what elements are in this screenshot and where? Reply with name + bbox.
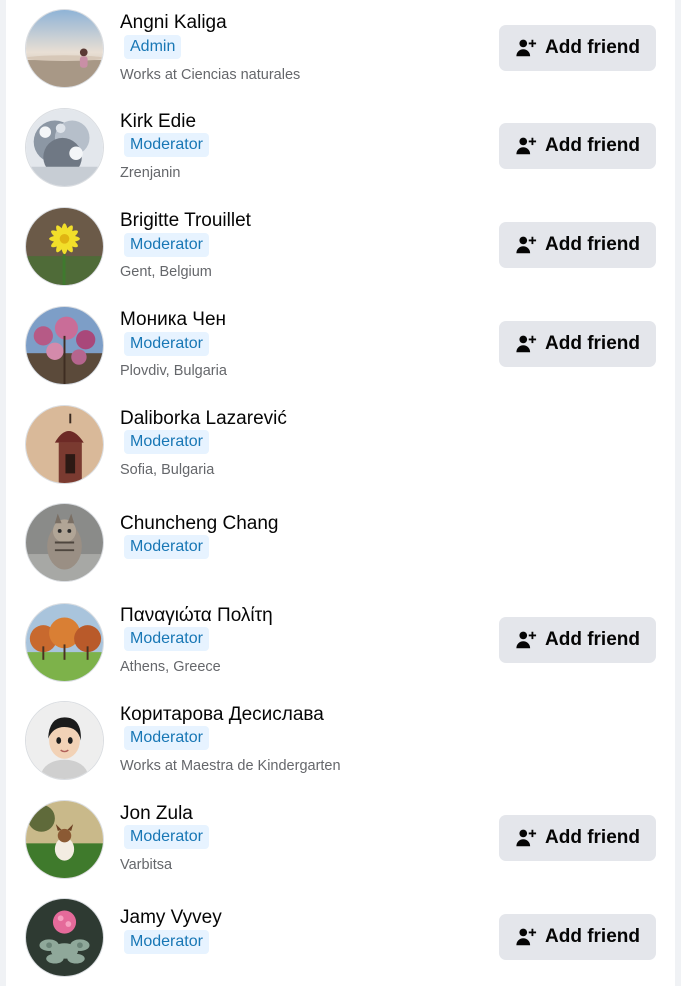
add-friend-button[interactable]: Add friend — [499, 914, 656, 960]
member-subtitle: Works at Ciencias naturales — [120, 67, 301, 83]
add-friend-label: Add friend — [545, 827, 640, 848]
member-name[interactable]: Jamy Vyvey — [120, 907, 222, 929]
add-friend-label: Add friend — [545, 629, 640, 650]
add-friend-button[interactable]: Add friend — [499, 815, 656, 861]
member-row: Jamy Vyvey Moderator Add friend — [6, 891, 675, 986]
person-add-icon — [516, 631, 537, 649]
member-row: Kirk Edie Moderator Zrenjanin Add friend — [6, 99, 675, 198]
avatar[interactable] — [25, 207, 104, 286]
member-subtitle: Works at Maestra de Kindergarten — [120, 758, 341, 774]
add-friend-button[interactable]: Add friend — [499, 123, 656, 169]
member-subtitle: Sofia, Bulgaria — [120, 462, 215, 478]
role-badge: Moderator — [124, 825, 209, 849]
role-badge: Moderator — [124, 726, 209, 750]
person-add-icon — [516, 236, 537, 254]
role-badge: Moderator — [124, 332, 209, 356]
member-row: Chuncheng Chang Moderator — [6, 495, 675, 594]
member-row: Коритарова Десислава Moderator Works at … — [6, 693, 675, 792]
member-subtitle: Gent, Belgium — [120, 264, 212, 280]
person-add-icon — [516, 335, 537, 353]
role-badge: Moderator — [124, 233, 209, 257]
person-add-icon — [516, 928, 537, 946]
role-badge: Moderator — [124, 627, 209, 651]
role-badge: Moderator — [124, 133, 209, 157]
member-row: Daliborka Lazarević Moderator Sofia, Bul… — [6, 396, 675, 495]
avatar[interactable] — [25, 306, 104, 385]
member-subtitle: Athens, Greece — [120, 659, 221, 675]
avatar[interactable] — [25, 503, 104, 582]
person-add-icon — [516, 137, 537, 155]
avatar[interactable] — [25, 701, 104, 780]
avatar[interactable] — [25, 9, 104, 88]
avatar[interactable] — [25, 405, 104, 484]
member-row: Παναγιώτα Πολίτη Moderator Athens, Greec… — [6, 594, 675, 693]
avatar[interactable] — [25, 898, 104, 977]
role-badge: Moderator — [124, 535, 209, 559]
member-name[interactable]: Παναγιώτα Πολίτη — [120, 605, 273, 627]
role-badge: Moderator — [124, 430, 209, 454]
member-subtitle: Plovdiv, Bulgaria — [120, 363, 227, 379]
member-name[interactable]: Angni Kaliga — [120, 12, 227, 34]
member-name[interactable]: Daliborka Lazarević — [120, 408, 287, 430]
member-name[interactable]: Brigitte Trouillet — [120, 210, 251, 232]
member-row: Моника Чен Moderator Plovdiv, Bulgaria A… — [6, 297, 675, 396]
member-row: Angni Kaliga Admin Works at Ciencias nat… — [6, 0, 675, 99]
role-badge: Admin — [124, 35, 182, 59]
add-friend-button[interactable]: Add friend — [499, 25, 656, 71]
add-friend-label: Add friend — [545, 333, 640, 354]
members-list: Angni Kaliga Admin Works at Ciencias nat… — [6, 0, 675, 986]
add-friend-button[interactable]: Add friend — [499, 222, 656, 268]
person-add-icon — [516, 39, 537, 57]
avatar[interactable] — [25, 603, 104, 682]
add-friend-label: Add friend — [545, 37, 640, 58]
member-name[interactable]: Моника Чен — [120, 309, 226, 331]
add-friend-label: Add friend — [545, 234, 640, 255]
avatar[interactable] — [25, 800, 104, 879]
avatar[interactable] — [25, 108, 104, 187]
member-row: Jon Zula Moderator Varbitsa Add friend — [6, 792, 675, 891]
member-name[interactable]: Коритарова Десислава — [120, 704, 324, 726]
add-friend-button[interactable]: Add friend — [499, 321, 656, 367]
role-badge: Moderator — [124, 930, 209, 954]
add-friend-label: Add friend — [545, 135, 640, 156]
member-name[interactable]: Jon Zula — [120, 803, 193, 825]
person-add-icon — [516, 829, 537, 847]
member-name[interactable]: Kirk Edie — [120, 111, 196, 133]
member-row: Brigitte Trouillet Moderator Gent, Belgi… — [6, 198, 675, 297]
add-friend-button[interactable]: Add friend — [499, 617, 656, 663]
member-subtitle: Varbitsa — [120, 857, 173, 873]
add-friend-label: Add friend — [545, 926, 640, 947]
member-name[interactable]: Chuncheng Chang — [120, 513, 278, 535]
member-subtitle: Zrenjanin — [120, 165, 181, 181]
